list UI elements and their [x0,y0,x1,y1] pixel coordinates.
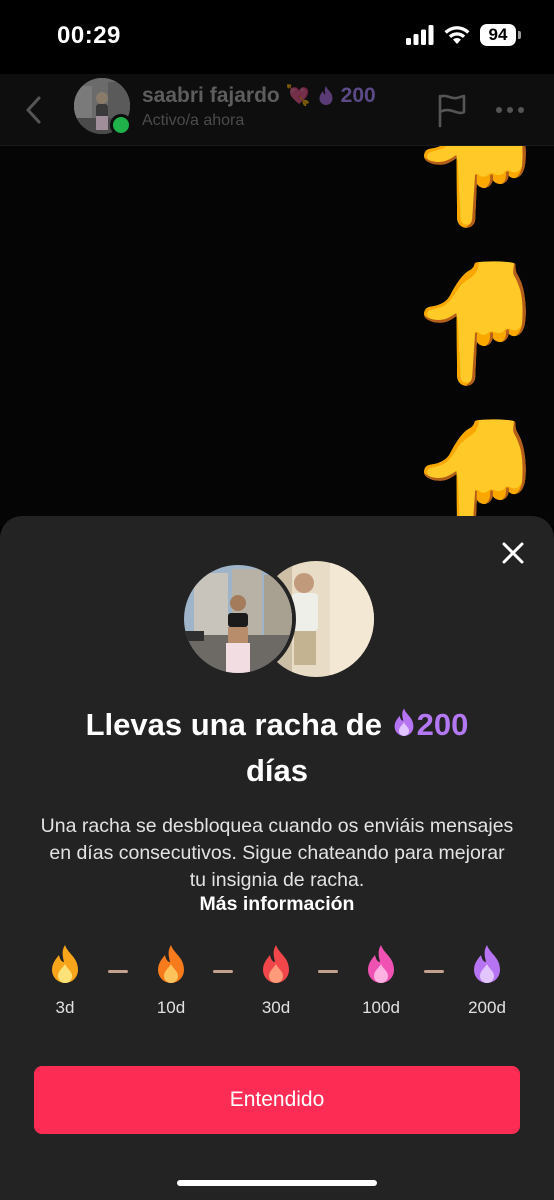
milestone-100d: 100d [341,944,421,1018]
back-arrow-icon [26,96,41,124]
status-icons: 94 [406,24,521,46]
status-time: 00:29 [57,22,121,49]
milestone-label: 100d [362,998,400,1017]
battery-icon: 94 [480,24,521,46]
streak-info-sheet: Llevas una racha de 200 días Una racha s… [0,516,554,1200]
more-info-link[interactable]: Más información [0,893,554,916]
milestone-label: 10d [156,998,186,1017]
milestone-divider [318,970,338,973]
close-icon [502,542,524,564]
milestone-30d: 30d [236,944,316,1018]
chat-header: saabri fajardo 💘 200 Activo/a ahora [0,74,554,146]
title-suffix: días [245,753,309,788]
milestone-divider [108,970,128,973]
milestone-3d: 3d [25,944,105,1018]
streak-avatars [180,561,374,677]
cellular-signal-icon [406,25,434,45]
home-indicator[interactable] [177,1180,377,1186]
online-status-dot [110,114,132,136]
milestone-label: 3d [55,998,75,1017]
wifi-icon [444,26,470,44]
milestone-label: 30d [261,998,291,1017]
heart-emoji: 💘 [285,85,311,107]
title-streak-count: 200 [416,707,469,742]
flame-icon [263,945,289,983]
message-emoji[interactable]: 👇 [405,146,552,231]
flame-icon [474,945,500,983]
chat-messages: 👇 👇 👇 [0,146,554,526]
message-emoji[interactable]: 👇 [405,257,552,389]
close-button[interactable] [500,540,526,566]
streak-description: Una racha se desbloquea cuando os enviái… [40,815,514,891]
back-button[interactable] [18,90,48,130]
milestone-200d: 200d [447,944,527,1018]
flame-icon [52,945,78,983]
status-bar: 00:29 94 [0,0,554,74]
flame-icon [368,945,394,983]
presence-status: Activo/a ahora [142,112,245,129]
milestone-divider [424,970,444,973]
sheet-title: Llevas una racha de 200 días [0,702,554,794]
more-options-icon[interactable] [496,104,536,116]
flag-icon [438,94,466,128]
streak-flame-icon [394,708,414,736]
milestone-divider [213,970,233,973]
user-avatar[interactable] [74,78,132,136]
milestone-10d: 10d [131,944,211,1018]
confirm-button[interactable]: Entendido [34,1066,520,1134]
avatar-photo [184,565,292,673]
message-emoji[interactable]: 👇 [405,415,552,526]
chat-user-name: saabri fajardo [142,83,280,107]
user-avatar-left [180,561,296,677]
header-streak-count: 200 [340,83,376,107]
flame-icon [158,945,184,983]
report-button[interactable] [434,92,470,128]
streak-milestones: 3d 10d 30d 100d 200d [0,944,554,1034]
streak-flame-icon [319,85,333,105]
milestone-label: 200d [468,998,506,1017]
title-prefix: Llevas una racha de [85,707,382,742]
chat-user-name-row[interactable]: saabri fajardo 💘 200 [142,83,376,108]
